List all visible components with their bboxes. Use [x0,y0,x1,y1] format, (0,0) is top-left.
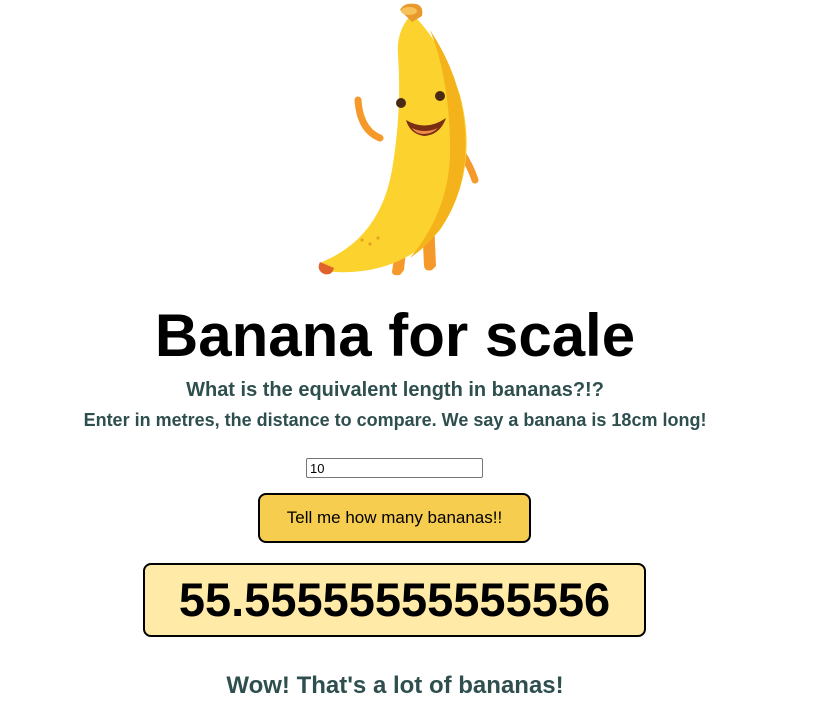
instructions-text: Enter in metres, the distance to compare… [83,410,707,430]
calculate-button[interactable]: Tell me how many bananas!! [258,493,531,543]
page-title: Banana for scale [154,302,636,369]
page: Banana for scale What is the equivalent … [0,0,815,715]
distance-input[interactable] [306,458,483,478]
result-comment: Wow! That's a lot of bananas! [226,672,564,699]
result-display: 55.55555555555556 [143,563,646,637]
banana-mascot-icon [318,3,479,276]
page-subtitle: What is the equivalent length in bananas… [186,379,604,401]
